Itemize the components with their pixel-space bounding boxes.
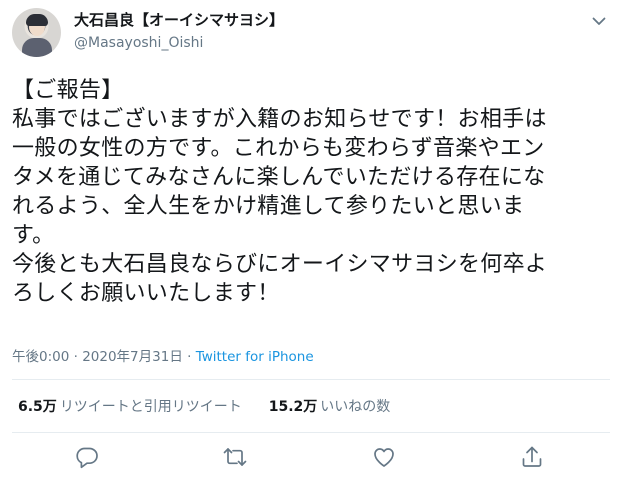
- tweet-line: 今後とも大石昌良ならびにオーイシマサヨシを何卒よ: [12, 252, 548, 277]
- user-handle[interactable]: @Masayoshi_Oishi: [74, 33, 284, 53]
- tweet-line: タメを通じてみなさんに楽しんでいただける存在にな: [12, 165, 546, 190]
- tweet-source-link[interactable]: Twitter for iPhone: [196, 349, 314, 365]
- user-names: 大石昌良【オーイシマサヨシ】 @Masayoshi_Oishi: [74, 10, 284, 53]
- avatar-figure-hair: [26, 14, 48, 26]
- tweet-stats: 6.5万 リツイートと引用リツイート 15.2万 いいねの数: [18, 396, 390, 416]
- likes-label: いいねの数: [320, 399, 391, 415]
- reply-icon[interactable]: [74, 444, 100, 470]
- tweet-meta: 午後0:00 · 2020年7月31日 · Twitter for iPhone: [12, 345, 314, 365]
- tweet-line: ろしくお願いいたします！: [12, 281, 280, 306]
- likes-count: 15.2万: [268, 399, 318, 415]
- divider: [12, 379, 610, 380]
- retweets-count: 6.5万: [18, 399, 57, 415]
- share-icon[interactable]: [519, 444, 545, 470]
- tweet-line: 私事ではございますが入籍のお知らせです！お相手は: [12, 107, 547, 132]
- avatar[interactable]: [12, 8, 61, 57]
- like-icon[interactable]: [371, 444, 397, 470]
- tweet-header: 大石昌良【オーイシマサヨシ】 @Masayoshi_Oishi: [12, 8, 610, 58]
- tweet-line: す。: [12, 223, 55, 248]
- tweet-timestamp[interactable]: 午後0:00 · 2020年7月31日 ·: [12, 349, 196, 365]
- retweet-icon[interactable]: [222, 444, 248, 470]
- tweet-line: 【ご報告】: [12, 78, 124, 103]
- retweets-stat[interactable]: 6.5万 リツイートと引用リツイート: [18, 399, 242, 415]
- display-name[interactable]: 大石昌良【オーイシマサヨシ】: [74, 10, 284, 30]
- tweet-text: 【ご報告】 私事ではございますが入籍のお知らせです！お相手は 一般の女性の方です…: [12, 76, 610, 308]
- tweet-line: 一般の女性の方です。これからも変わらず音楽やエン: [12, 136, 545, 161]
- action-bar: [0, 444, 622, 472]
- likes-stat[interactable]: 15.2万 いいねの数: [269, 399, 391, 415]
- divider: [12, 432, 610, 433]
- tweet-line: れるよう、全人生をかけ精進して参りたいと思いま: [12, 194, 525, 219]
- avatar-figure-body: [22, 38, 52, 57]
- retweets-label: リツイートと引用リツイート: [59, 399, 242, 415]
- chevron-down-icon[interactable]: [590, 12, 608, 30]
